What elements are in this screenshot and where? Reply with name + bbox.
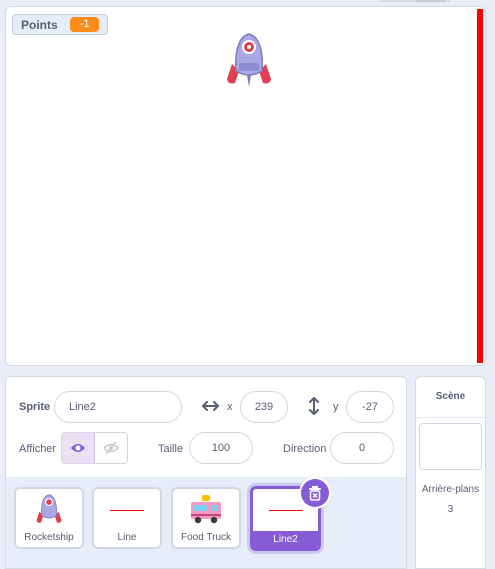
- x-label: x: [227, 401, 233, 413]
- size-input[interactable]: 100: [189, 432, 253, 464]
- sprite-name-input[interactable]: Line2: [54, 391, 182, 423]
- stage[interactable]: Points -1: [5, 6, 486, 366]
- monitor-label: Points: [21, 17, 58, 32]
- food-truck-icon: [191, 495, 221, 524]
- eye-hidden-icon: [103, 441, 119, 455]
- delete-sprite-button[interactable]: [301, 479, 329, 507]
- sprite-tile-name: Line: [117, 532, 137, 543]
- eye-icon: [71, 444, 85, 452]
- x-input[interactable]: 239: [240, 391, 288, 423]
- scene-title: Scène: [435, 391, 466, 402]
- variable-monitor[interactable]: Points -1: [12, 14, 109, 35]
- monitor-value: -1: [69, 17, 100, 32]
- sprite-tile-food-truck[interactable]: Food Truck: [171, 487, 241, 549]
- rocketship-sprite[interactable]: [224, 31, 274, 91]
- scene-divider: [416, 417, 485, 418]
- direction-label: Direction: [283, 443, 327, 455]
- vertical-arrows-icon: [309, 397, 319, 415]
- sprite-tile-rocketship[interactable]: Rocketship: [14, 487, 84, 549]
- sprite-info-panel: Sprite Line2 x 239 y -27 Afficher Taille…: [5, 376, 407, 486]
- y-input[interactable]: -27: [346, 391, 394, 423]
- direction-input[interactable]: 0: [330, 432, 394, 464]
- trash-icon: [309, 485, 321, 501]
- backdrops-count: 3: [447, 504, 454, 515]
- backdrops-label: Arrière-plans: [421, 484, 480, 495]
- backdrop-thumbnail[interactable]: [419, 423, 482, 470]
- scene-panel[interactable]: Scène Arrière-plans 3: [415, 376, 486, 569]
- sprite-tile-name: Rocketship: [24, 532, 74, 543]
- sprite-tile-name: Food Truck: [180, 532, 232, 543]
- sprite-name-label: Sprite: [19, 401, 51, 413]
- show-sprite-button[interactable]: [62, 433, 95, 463]
- sprite-tile-line[interactable]: Line: [92, 487, 162, 549]
- horizontal-arrows-icon: [202, 401, 219, 411]
- red-line-sprite[interactable]: [477, 9, 483, 363]
- red-line-icon: [110, 509, 144, 511]
- show-label: Afficher: [19, 443, 57, 455]
- top-toolbar-edge-active: [416, 0, 446, 2]
- hide-sprite-button[interactable]: [95, 433, 127, 463]
- y-label: y: [333, 401, 339, 413]
- visibility-toggle: [61, 432, 128, 464]
- red-line-icon: [268, 509, 303, 511]
- size-label: Taille: [158, 443, 184, 455]
- sprite-tile-name: Line2: [253, 531, 318, 548]
- rocketship-icon: [36, 494, 62, 523]
- sprite-list: Rocketship Line Food Truck Line2: [5, 477, 407, 569]
